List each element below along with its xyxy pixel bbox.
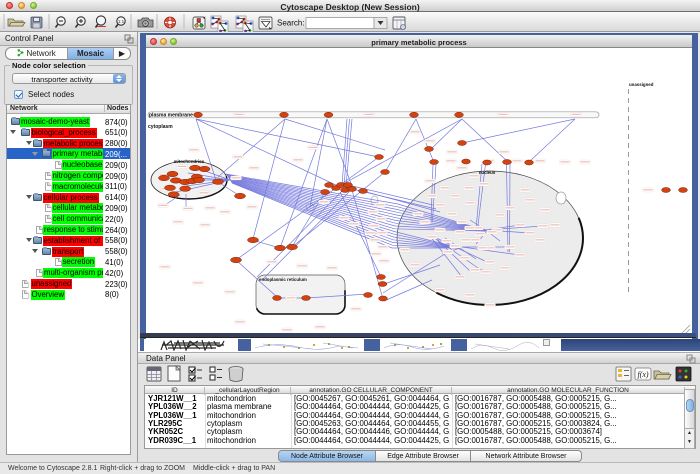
svg-text:mitochondrion: mitochondrion: [174, 159, 205, 164]
svg-text:endoplasmic reticulum: endoplasmic reticulum: [259, 277, 307, 282]
svg-text:cytoplasm: cytoplasm: [148, 124, 173, 130]
svg-text:f(x): f(x): [637, 370, 648, 379]
svg-text:nucleus: nucleus: [479, 170, 496, 175]
svg-text:1:1: 1:1: [118, 19, 125, 24]
svg-text:plasma membrane: plasma membrane: [149, 113, 193, 119]
svg-text:unassigned: unassigned: [629, 82, 654, 87]
svg-text:Search:: Search:: [277, 19, 305, 28]
